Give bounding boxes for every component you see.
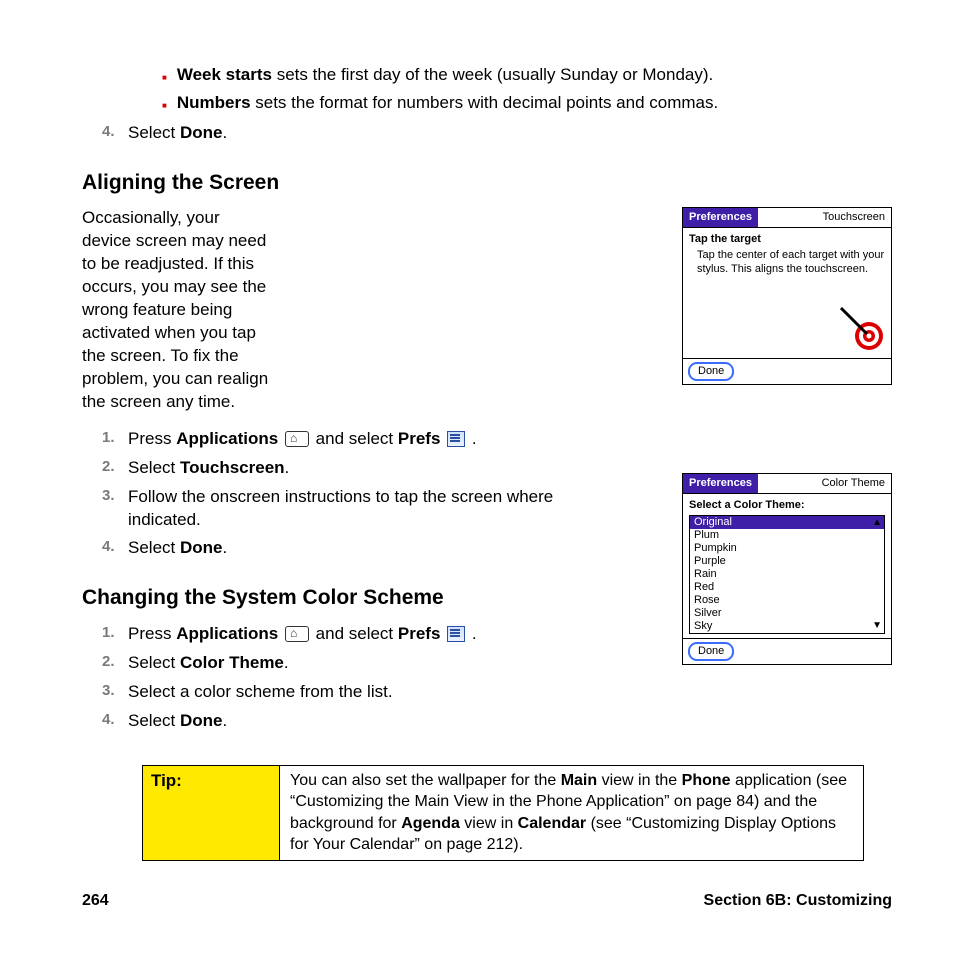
applications-icon: [285, 431, 309, 447]
step-number: 1.: [102, 428, 128, 451]
screenshot-color-theme: Preferences Color Theme Select a Color T…: [682, 473, 892, 665]
numbered-step: 4.Select Done.: [102, 537, 602, 560]
theme-list[interactable]: ▲ ▼ OriginalPlumPumpkinPurpleRainRedRose…: [689, 515, 885, 634]
bullet-icon: ■: [162, 96, 167, 116]
heading-aligning-screen: Aligning the Screen: [82, 169, 892, 197]
step-number: 4.: [102, 537, 128, 560]
numbered-step: 3.Follow the onscreen instructions to ta…: [102, 486, 602, 532]
step-text: Select Color Theme.: [128, 652, 289, 675]
step-text: Select Done.: [128, 710, 227, 733]
prefs-title: Preferences: [683, 474, 758, 493]
theme-option[interactable]: Plum: [690, 529, 884, 542]
step-number: 3.: [102, 486, 128, 532]
prefs-icon: [447, 431, 465, 447]
numbered-step: 3.Select a color scheme from the list.: [102, 681, 602, 704]
screenshot-touchscreen: Preferences Touchscreen Tap the target T…: [682, 207, 892, 385]
theme-option[interactable]: Silver: [690, 607, 884, 620]
sub-bullet: ■Numbers sets the format for numbers wit…: [162, 92, 892, 116]
step-text: Select a color scheme from the list.: [128, 681, 393, 704]
numbered-step: 2.Select Color Theme.: [102, 652, 602, 675]
step-text: Select Touchscreen.: [128, 457, 289, 480]
theme-option[interactable]: Rose: [690, 594, 884, 607]
applications-icon: [285, 626, 309, 642]
scroll-down-icon[interactable]: ▼: [872, 619, 882, 633]
numbered-step: 4.Select Done.: [102, 710, 602, 733]
step-number: 4.: [102, 122, 128, 145]
select-theme-heading: Select a Color Theme:: [689, 498, 885, 513]
prefs-category: Color Theme: [816, 474, 891, 493]
step-text: Select Done.: [128, 537, 227, 560]
tap-target-heading: Tap the target: [689, 232, 885, 247]
numbered-step: 1.Press Applications and select Prefs .: [102, 623, 602, 646]
step-text: Select Done.: [128, 122, 227, 145]
step-number: 2.: [102, 652, 128, 675]
tip-text: You can also set the wallpaper for the M…: [280, 766, 863, 860]
step-number: 2.: [102, 457, 128, 480]
step-text: Press Applications and select Prefs .: [128, 623, 477, 646]
theme-option[interactable]: Red: [690, 581, 884, 594]
theme-option[interactable]: Sky: [690, 620, 884, 633]
section-label: Section 6B: Customizing: [704, 890, 892, 912]
step-text: Press Applications and select Prefs .: [128, 428, 477, 451]
target-icon: [839, 306, 885, 352]
done-button[interactable]: Done: [688, 642, 734, 661]
numbered-step: 2.Select Touchscreen.: [102, 457, 602, 480]
step-number: 3.: [102, 681, 128, 704]
theme-option[interactable]: Pumpkin: [690, 542, 884, 555]
tip-label: Tip:: [143, 766, 280, 860]
scroll-up-icon[interactable]: ▲: [872, 516, 882, 530]
tap-target-text: Tap the center of each target with your …: [697, 249, 885, 277]
aligning-intro: Occasionally, your device screen may nee…: [82, 207, 272, 413]
step-text: Follow the onscreen instructions to tap …: [128, 486, 602, 532]
step-number: 1.: [102, 623, 128, 646]
prefs-title: Preferences: [683, 208, 758, 227]
theme-option[interactable]: Rain: [690, 568, 884, 581]
numbered-step: 1.Press Applications and select Prefs .: [102, 428, 602, 451]
done-button[interactable]: Done: [688, 362, 734, 381]
theme-option[interactable]: Purple: [690, 555, 884, 568]
step-select-done: 4. Select Done.: [102, 122, 892, 145]
sub-bullet: ■Week starts sets the first day of the w…: [162, 64, 892, 88]
prefs-category: Touchscreen: [817, 208, 891, 227]
prefs-icon: [447, 626, 465, 642]
theme-option[interactable]: Original: [690, 516, 884, 529]
page-number: 264: [82, 890, 109, 912]
bullet-icon: ■: [162, 68, 167, 88]
tip-box: Tip: You can also set the wallpaper for …: [142, 765, 864, 861]
step-number: 4.: [102, 710, 128, 733]
